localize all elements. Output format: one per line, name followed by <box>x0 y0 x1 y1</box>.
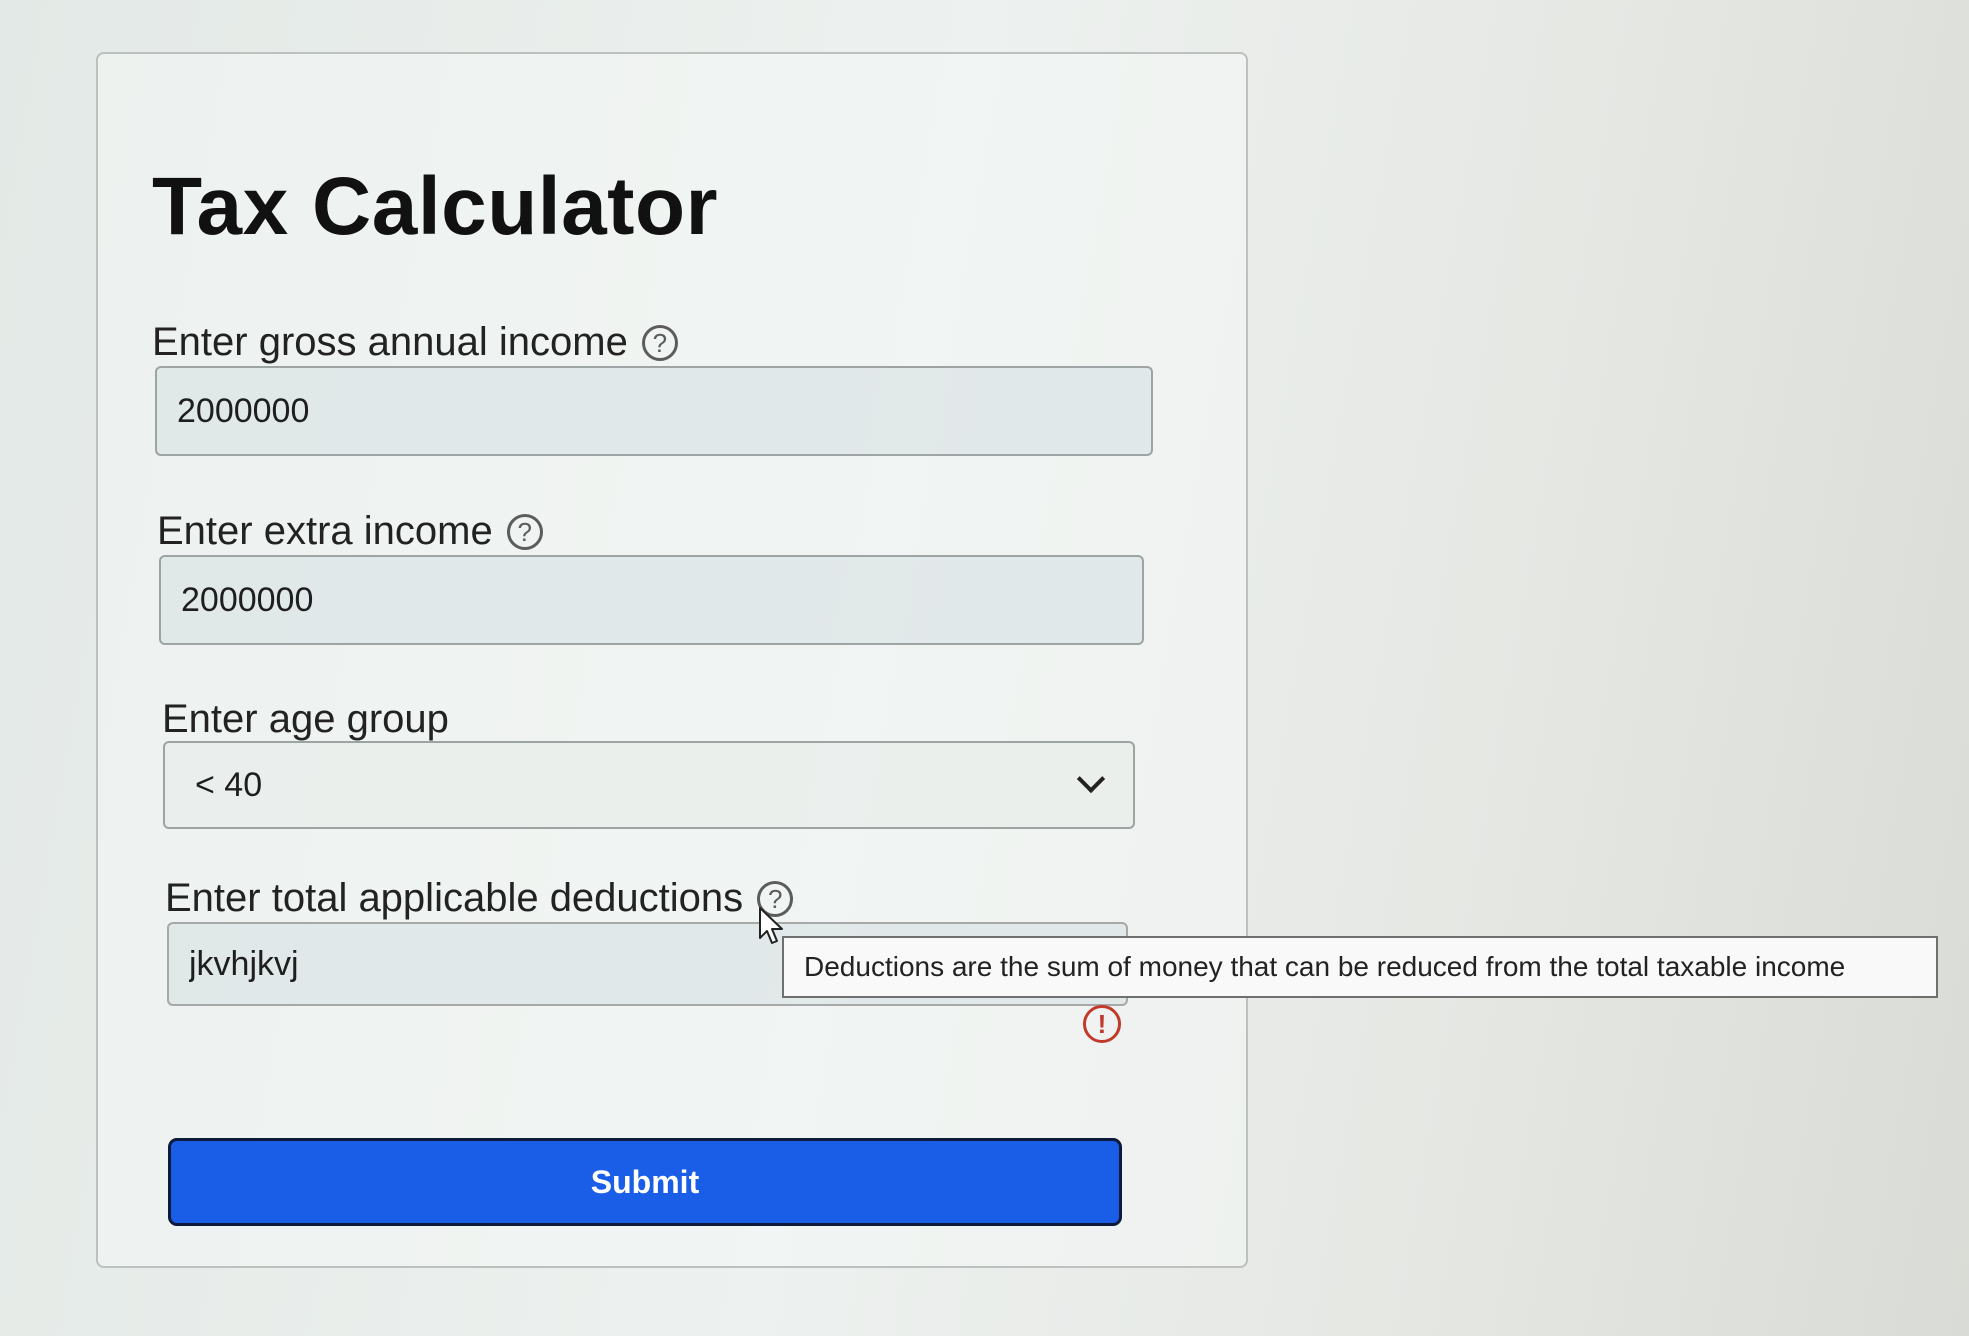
extra-income-label-text: Enter extra income <box>157 509 493 553</box>
gross-income-label-text: Enter gross annual income <box>152 320 628 364</box>
exclamation-circle-icon: ! <box>1083 1005 1121 1043</box>
extra-income-help-icon[interactable]: ? <box>506 513 543 550</box>
deductions-label: Enter total applicable deductions ? <box>165 876 794 921</box>
age-group-select[interactable]: < 40 <box>163 741 1135 829</box>
page-title: Tax Calculator <box>152 161 718 252</box>
age-group-label-text: Enter age group <box>162 697 449 741</box>
deductions-tooltip: Deductions are the sum of money that can… <box>782 936 1938 998</box>
age-group-label: Enter age group <box>162 697 449 742</box>
deductions-label-text: Enter total applicable deductions <box>165 876 744 920</box>
age-group-selected-value: < 40 <box>195 765 263 804</box>
extra-income-input[interactable] <box>159 555 1144 645</box>
gross-income-label: Enter gross annual income ? <box>152 320 678 365</box>
gross-income-input[interactable] <box>155 366 1153 456</box>
submit-button[interactable]: Submit <box>168 1138 1122 1226</box>
chevron-down-icon <box>1076 764 1106 794</box>
gross-income-help-icon[interactable]: ? <box>641 324 678 361</box>
extra-income-label: Enter extra income ? <box>157 509 543 554</box>
